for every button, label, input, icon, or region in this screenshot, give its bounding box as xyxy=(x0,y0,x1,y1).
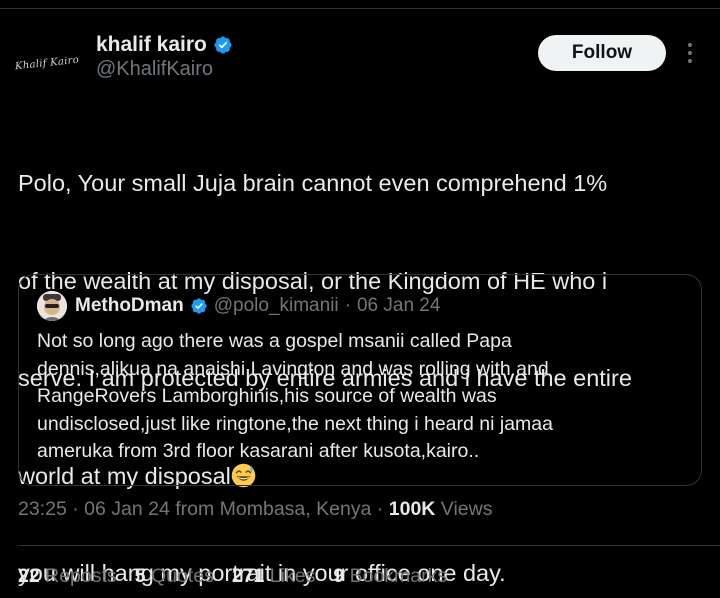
reposts-label: Reposts xyxy=(45,565,117,587)
follow-button[interactable]: Follow xyxy=(538,35,666,71)
views-count: 100K xyxy=(388,498,436,520)
quoted-line: dennis,alikua na anaishi Lavington and w… xyxy=(37,357,549,380)
likes-count: 271 xyxy=(231,565,265,587)
avatar-signature: Khalif Kairo xyxy=(14,54,80,72)
author-display-name[interactable]: khalif kairo xyxy=(96,33,207,57)
quoted-line: Not so long ago there was a gospel msani… xyxy=(37,330,512,352)
more-options-icon[interactable] xyxy=(680,40,700,66)
quoted-tweet-header: MethoDman @polo_kimanii · 06 Jan 24 xyxy=(37,291,440,321)
bookmarks-label: Bookmarks xyxy=(349,565,448,587)
author-handle[interactable]: @KhalifKairo xyxy=(96,58,213,81)
author-name-row[interactable]: khalif kairo xyxy=(96,33,233,57)
quoted-line: undisclosed,just like ringtone,the next … xyxy=(37,412,553,435)
quoted-line: RangeRovers Lamborghinis,his source of w… xyxy=(37,385,497,407)
bookmarks-stat[interactable]: 9 Bookmarks xyxy=(333,565,447,588)
tweet-meta: 23:25 · 06 Jan 24 from Mombasa, Kenya · … xyxy=(18,498,492,521)
views-label: Views xyxy=(440,498,493,520)
tweet-time[interactable]: 23:25 xyxy=(18,498,67,520)
likes-label: Likes xyxy=(269,565,316,587)
tweet-line: Polo, Your small Juja brain cannot even … xyxy=(18,170,608,196)
reposts-stat[interactable]: 22 Reposts xyxy=(18,565,117,588)
verified-badge-icon xyxy=(191,298,207,314)
quoted-tweet-card[interactable]: MethoDman @polo_kimanii · 06 Jan 24 Not … xyxy=(18,274,702,486)
quoted-line: ameruka from 3rd floor kasarani after ku… xyxy=(37,440,480,462)
likes-stat[interactable]: 271 Likes xyxy=(232,565,316,588)
verified-badge-icon xyxy=(214,36,232,54)
quotes-count: 5 xyxy=(134,565,146,587)
separator-dot: · xyxy=(376,498,384,520)
quoted-author-avatar[interactable] xyxy=(37,291,67,321)
engagement-stats: 22 Reposts 5 Quotes 271 Likes 9 Bookmark… xyxy=(18,565,447,588)
tweet-date-location[interactable]: 06 Jan 24 from Mombasa, Kenya xyxy=(84,498,371,520)
author-avatar[interactable]: Khalif Kairo xyxy=(14,30,80,96)
separator-dot: · xyxy=(344,295,351,316)
quoted-tweet-text: Not so long ago there was a gospel msani… xyxy=(37,328,697,466)
reposts-count: 22 xyxy=(18,565,40,587)
quoted-author-name[interactable]: MethoDman xyxy=(75,295,184,317)
stats-divider xyxy=(18,545,720,546)
quoted-tweet-date[interactable]: 06 Jan 24 xyxy=(357,295,440,317)
quotes-label: Quotes xyxy=(150,565,214,587)
bookmarks-count: 9 xyxy=(333,565,345,587)
top-divider xyxy=(0,8,720,9)
quoted-avatar-face-icon xyxy=(37,291,67,321)
separator-dot: · xyxy=(72,498,79,520)
quotes-stat[interactable]: 5 Quotes xyxy=(135,565,214,588)
quoted-author-handle[interactable]: @polo_kimanii xyxy=(214,295,339,317)
